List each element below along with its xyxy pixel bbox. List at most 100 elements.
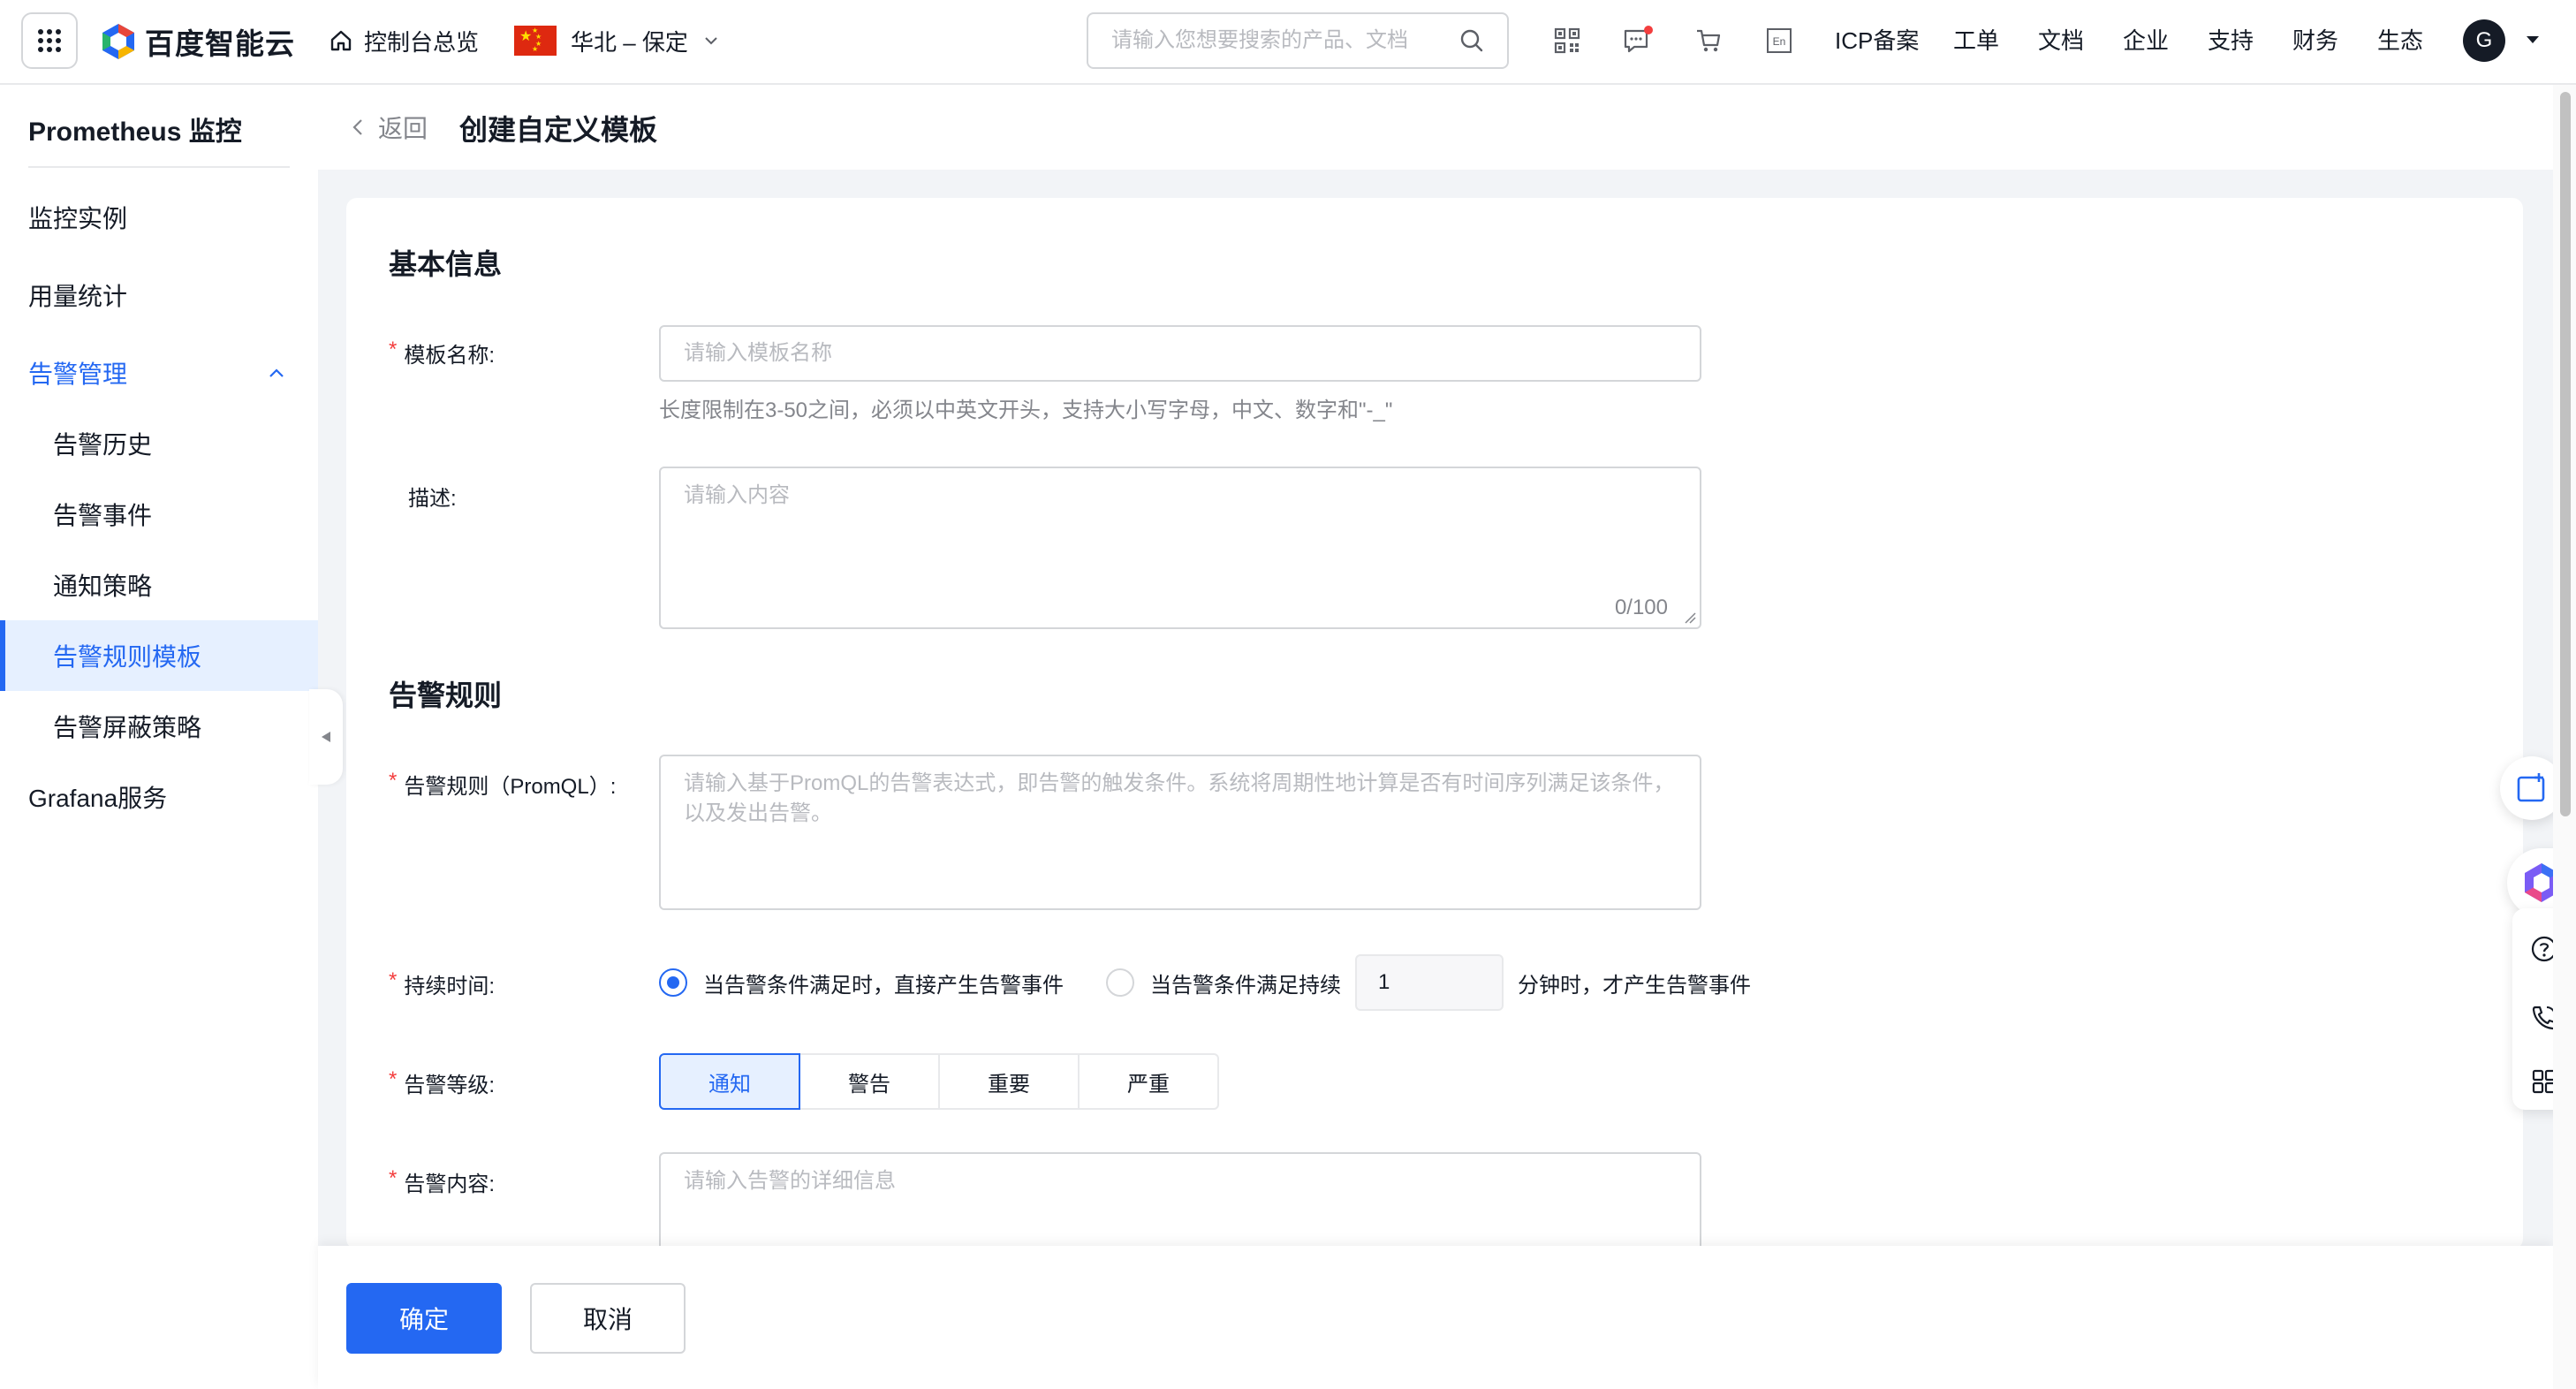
add-window-icon bbox=[2517, 773, 2545, 802]
duration-suffix: 分钟时，才产生告警事件 bbox=[1518, 973, 1751, 998]
description-label: 描述: bbox=[408, 487, 457, 511]
template-name-input[interactable] bbox=[661, 327, 1700, 380]
apps-grid-button[interactable] bbox=[21, 12, 78, 69]
duration-minutes-input[interactable] bbox=[1378, 970, 1502, 995]
top-navigation-bar: 百度智能云 控制台总览 ★ ★ ★ ★ ★ 华北 – 保定 请输入您想要搜索的产… bbox=[0, 0, 2576, 85]
alert-level-selector: 通知 警告 重要 严重 bbox=[659, 1053, 1219, 1110]
promql-label: * 告警规则（PromQL）: bbox=[389, 769, 617, 799]
cancel-button[interactable]: 取消 bbox=[530, 1283, 686, 1354]
nav-link-icp[interactable]: ICP备案 bbox=[1835, 25, 1919, 57]
brand-name: 百度智能云 bbox=[145, 27, 295, 60]
back-link[interactable]: 返回 bbox=[350, 110, 428, 145]
required-mark: * bbox=[389, 769, 398, 793]
search-input[interactable] bbox=[1111, 28, 1447, 53]
sidebar-item-label: 告警事件 bbox=[53, 502, 153, 529]
content-label: * 告警内容: bbox=[389, 1166, 496, 1196]
global-search bbox=[1087, 12, 1509, 69]
required-mark: * bbox=[389, 1166, 398, 1190]
cart-button[interactable] bbox=[1693, 25, 1724, 57]
nav-link-support[interactable]: 支持 bbox=[2208, 25, 2254, 57]
required-mark: * bbox=[389, 968, 398, 992]
notification-dot bbox=[1644, 26, 1653, 34]
sidebar-item-alert-events[interactable]: 告警事件 bbox=[0, 479, 318, 550]
sidebar-item-notify-policy[interactable]: 通知策略 bbox=[0, 550, 318, 620]
required-mark: * bbox=[389, 338, 398, 361]
sidebar-collapse-toggle[interactable] bbox=[309, 689, 343, 785]
caret-left-icon bbox=[322, 732, 330, 742]
page-scrollbar[interactable] bbox=[2553, 85, 2576, 1389]
form-footer: 确定 取消 bbox=[318, 1246, 2553, 1389]
china-flag-icon: ★ ★ ★ ★ ★ bbox=[514, 26, 557, 56]
description-field: 0/100 bbox=[659, 467, 1701, 629]
level-option-important[interactable]: 重要 bbox=[938, 1053, 1080, 1110]
caret-down-icon[interactable] bbox=[2525, 32, 2541, 48]
sidebar-item-alert-management[interactable]: 告警管理 bbox=[0, 338, 318, 408]
user-avatar[interactable]: G bbox=[2463, 19, 2505, 62]
chevron-left-icon bbox=[352, 119, 362, 135]
promql-field bbox=[659, 755, 1701, 910]
chevron-down-icon bbox=[705, 37, 717, 45]
duration-immediate-radio[interactable] bbox=[659, 968, 687, 997]
level-option-warning[interactable]: 警告 bbox=[799, 1053, 940, 1110]
chevron-up-icon bbox=[269, 368, 284, 377]
nav-link-enterprise[interactable]: 企业 bbox=[2123, 25, 2169, 57]
messages-button[interactable] bbox=[1622, 25, 1654, 57]
page-title: 创建自定义模板 bbox=[459, 114, 658, 146]
sidebar-item-alert-history[interactable]: 告警历史 bbox=[0, 408, 318, 479]
duration-sustained-radio[interactable] bbox=[1106, 968, 1134, 997]
sidebar-item-label: 告警屏蔽策略 bbox=[53, 714, 202, 741]
scrollbar-thumb[interactable] bbox=[2560, 92, 2571, 816]
duration-sustained-label[interactable]: 当告警条件满足持续 bbox=[1150, 968, 1341, 998]
sidebar-item-label: 通知策略 bbox=[53, 573, 153, 600]
console-overview-label: 控制台总览 bbox=[364, 28, 480, 56]
region-selector[interactable]: ★ ★ ★ ★ ★ 华北 – 保定 bbox=[514, 21, 720, 60]
language-button[interactable]: En bbox=[1763, 25, 1795, 57]
sidebar-item-label: 监控实例 bbox=[28, 205, 128, 232]
baidu-cloud-logo-icon bbox=[102, 24, 134, 59]
cart-icon bbox=[1697, 29, 1721, 52]
nav-link-docs[interactable]: 文档 bbox=[2038, 25, 2084, 57]
back-label: 返回 bbox=[378, 115, 428, 142]
brand-logo[interactable]: 百度智能云 bbox=[101, 19, 295, 64]
sidebar-item-alert-silence-policy[interactable]: 告警屏蔽策略 bbox=[0, 691, 318, 762]
qrcode-button[interactable] bbox=[1551, 25, 1583, 57]
description-textarea[interactable] bbox=[661, 468, 1700, 627]
sidebar-item-label: 告警规则模板 bbox=[53, 643, 202, 671]
level-option-critical[interactable]: 严重 bbox=[1078, 1053, 1219, 1110]
message-icon bbox=[1624, 26, 1653, 53]
resize-handle-icon[interactable] bbox=[1684, 611, 1696, 624]
console-overview-link[interactable]: 控制台总览 bbox=[329, 21, 479, 60]
level-label: * 告警等级: bbox=[389, 1067, 496, 1097]
duration-label: * 持续时间: bbox=[389, 968, 496, 998]
confirm-button[interactable]: 确定 bbox=[346, 1283, 502, 1354]
template-name-hint: 长度限制在3-50之间，必须以中英文开头，支持大小写字母，中文、数字和"-_" bbox=[659, 398, 1393, 422]
sidebar-title: Prometheus 监控 bbox=[28, 118, 242, 147]
duration-immediate-label[interactable]: 当告警条件满足时，直接产生告警事件 bbox=[703, 968, 1064, 998]
sidebar-item-usage-stats[interactable]: 用量统计 bbox=[0, 260, 318, 330]
sidebar-item-monitor-instances[interactable]: 监控实例 bbox=[0, 182, 318, 253]
sidebar-item-grafana[interactable]: Grafana服务 bbox=[0, 762, 318, 832]
required-mark: * bbox=[389, 1067, 398, 1091]
search-icon[interactable] bbox=[1459, 28, 1484, 53]
sidebar-item-alert-rule-templates[interactable]: 告警规则模板 bbox=[0, 620, 318, 691]
section-title-alert-rule: 告警规则 bbox=[389, 679, 503, 711]
sidebar-item-label: 告警管理 bbox=[28, 361, 128, 388]
region-label: 华北 – 保定 bbox=[571, 28, 688, 56]
duration-minutes-field bbox=[1355, 954, 1504, 1011]
page-header: 返回 创建自定义模板 bbox=[318, 85, 2553, 170]
level-option-notice[interactable]: 通知 bbox=[659, 1053, 800, 1110]
language-en-icon: En bbox=[1767, 28, 1792, 53]
home-icon bbox=[330, 30, 352, 51]
section-title-basic: 基本信息 bbox=[389, 248, 503, 280]
sidebar-item-label: 告警历史 bbox=[53, 431, 153, 459]
duration-options: 当告警条件满足时，直接产生告警事件 当告警条件满足持续 分钟时，才产生告警事件 bbox=[659, 954, 1751, 1011]
template-name-field bbox=[659, 325, 1701, 382]
nav-link-ecosystem[interactable]: 生态 bbox=[2377, 25, 2423, 57]
sidebar-item-label: Grafana服务 bbox=[28, 785, 168, 812]
form-card: 基本信息 * 模板名称: 长度限制在3-50之间，必须以中英文开头，支持大小写字… bbox=[346, 198, 2523, 1276]
sidebar-divider bbox=[28, 166, 290, 168]
nav-link-finance[interactable]: 财务 bbox=[2292, 25, 2338, 57]
nav-link-ticket[interactable]: 工单 bbox=[1953, 25, 1999, 57]
sidebar: Prometheus 监控 监控实例 用量统计 告警管理 告警历史 告警事件 通… bbox=[0, 85, 318, 1389]
promql-textarea[interactable] bbox=[661, 756, 1700, 908]
